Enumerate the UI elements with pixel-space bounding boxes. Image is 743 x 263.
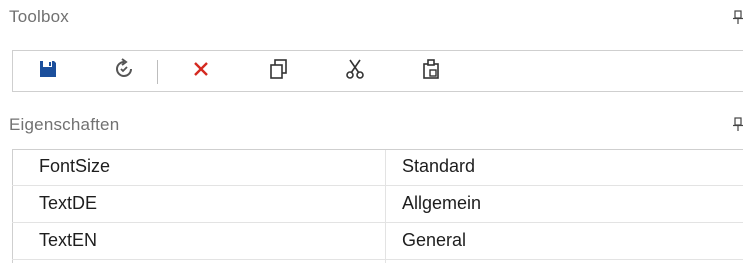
- save-icon: [38, 59, 58, 84]
- toolbox-panel-header: Toolbox: [0, 0, 743, 44]
- toolbox-toolbar: [12, 50, 743, 92]
- save-button[interactable]: [35, 58, 61, 84]
- property-name: TextDE: [39, 193, 98, 213]
- cut-icon: [345, 58, 365, 85]
- property-row-fontsize[interactable]: FontSize Standard: [12, 150, 743, 186]
- copy-icon: [269, 58, 289, 85]
- property-name: FontSize: [39, 156, 111, 176]
- property-value[interactable]: Standard: [402, 156, 475, 177]
- property-row-textde[interactable]: TextDE Allgemein: [12, 187, 743, 223]
- cut-button[interactable]: [342, 58, 368, 84]
- paste-icon: [421, 58, 441, 85]
- property-value[interactable]: General: [402, 230, 466, 251]
- refresh-button[interactable]: [111, 57, 137, 85]
- toolbar-separator: [157, 60, 158, 84]
- property-name: TextEN: [39, 230, 98, 250]
- paste-button[interactable]: [418, 58, 444, 84]
- properties-panel-header: Eigenschaften: [0, 104, 743, 148]
- pin-icon[interactable]: [733, 117, 743, 131]
- pin-icon[interactable]: [733, 10, 743, 24]
- copy-button[interactable]: [266, 58, 292, 84]
- properties-title: Eigenschaften: [9, 115, 120, 134]
- delete-icon: [192, 60, 210, 83]
- delete-button[interactable]: [188, 58, 214, 84]
- property-row-texten[interactable]: TextEN General: [12, 224, 743, 260]
- property-value[interactable]: Allgemein: [402, 193, 481, 214]
- refresh-icon: [113, 57, 135, 85]
- toolbox-title: Toolbox: [9, 7, 69, 26]
